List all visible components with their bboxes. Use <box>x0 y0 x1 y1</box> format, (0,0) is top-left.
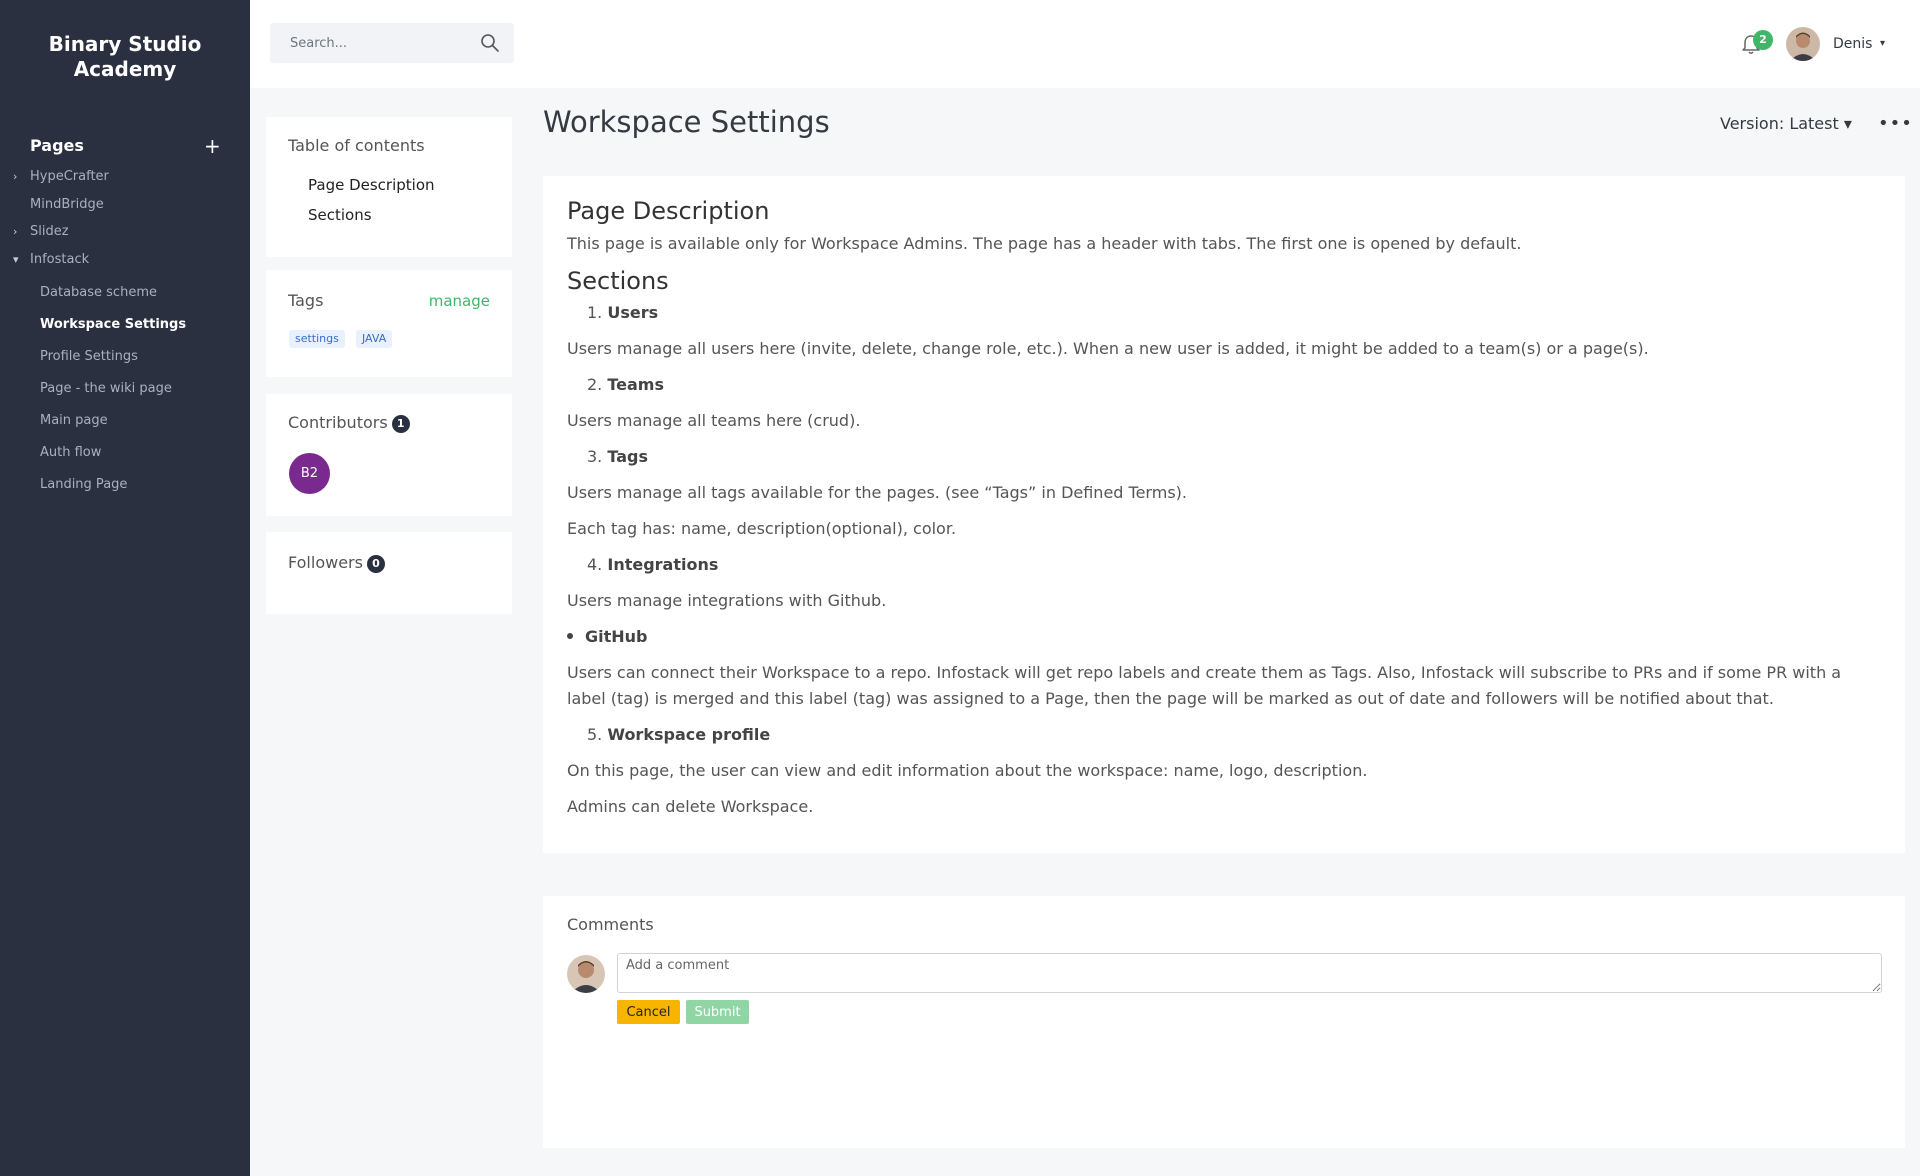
contributor-avatar[interactable]: B2 <box>289 453 330 494</box>
sidebar-child-auth-flow[interactable]: Auth flow <box>0 437 250 469</box>
section-item-workspace-profile: 5. Workspace profile <box>587 724 770 746</box>
section-number: 2. <box>587 375 603 394</box>
section-item-integrations: 4. Integrations <box>587 554 718 576</box>
tags-title: Tags <box>288 291 324 310</box>
search-input[interactable] <box>270 23 470 63</box>
section-title: Tags <box>607 447 648 466</box>
followers-count-badge: 0 <box>366 555 385 573</box>
followers-title: Followers 0 <box>288 552 385 574</box>
chevron-right-icon[interactable]: › <box>13 222 25 242</box>
sidebar-item-label: Slidez <box>30 224 69 239</box>
avatar <box>567 955 605 993</box>
bullet-label: GitHub <box>585 627 648 646</box>
sidebar-item-label: MindBridge <box>30 196 104 212</box>
avatar[interactable] <box>1786 27 1820 61</box>
tag-settings[interactable]: settings <box>289 330 345 348</box>
section-number: 1. <box>587 303 603 322</box>
pages-header: Pages + <box>30 134 221 158</box>
section-title: Workspace profile <box>607 725 771 744</box>
section-text-workspace-profile-1: On this page, the user can view and edit… <box>567 761 1368 780</box>
sidebar-item-slidez[interactable]: › Slidez <box>0 222 250 250</box>
add-page-plus-icon[interactable]: + <box>204 136 221 156</box>
section-text-tags-2: Each tag has: name, description(optional… <box>567 519 957 538</box>
page-content: Page Description This page is available … <box>543 176 1905 853</box>
contributors-card: Contributors 1 B2 <box>266 394 512 516</box>
section-number: 3. <box>587 447 603 466</box>
section-text-teams: Users manage all teams here (crud). <box>567 411 861 430</box>
sidebar-item-mindbridge[interactable]: MindBridge <box>0 195 250 223</box>
section-item-tags: 3. Tags <box>587 446 648 468</box>
sidebar: Binary Studio Academy Pages + › HypeCraf… <box>0 0 250 1176</box>
sidebar-child-profile-settings[interactable]: Profile Settings <box>0 341 250 373</box>
search-icon[interactable] <box>480 33 500 53</box>
section-text-integrations: Users manage integrations with Github. <box>567 591 887 610</box>
toc-title: Table of contents <box>288 136 425 155</box>
comments-section: Comments Cancel Submit <box>543 896 1905 1148</box>
section-number: 5. <box>587 725 603 744</box>
contributors-count-badge: 1 <box>391 415 410 433</box>
sidebar-child-main-page[interactable]: Main page <box>0 405 250 437</box>
section-title: Users <box>607 303 659 322</box>
page-title: Workspace Settings <box>543 105 830 139</box>
caret-down-icon[interactable]: ▾ <box>1880 34 1885 54</box>
section-title: Teams <box>607 375 664 394</box>
sidebar-item-hypecrafter[interactable]: › HypeCrafter <box>0 167 250 195</box>
brand-line-2: Academy <box>73 57 177 81</box>
tag-java[interactable]: JAVA <box>356 330 393 348</box>
user-avatar-icon <box>1786 27 1820 61</box>
more-icon[interactable]: ••• <box>1878 113 1913 135</box>
sidebar-item-infostack[interactable]: ▾ Infostack <box>0 250 250 278</box>
pages-title: Pages <box>30 136 84 155</box>
section-number: 4. <box>587 555 603 574</box>
heading-sections: Sections <box>567 267 669 295</box>
comments-title: Comments <box>567 915 654 934</box>
cancel-button[interactable]: Cancel <box>617 1000 680 1024</box>
sidebar-child-landing-page[interactable]: Landing Page <box>0 469 250 501</box>
contributors-title: Contributors 1 <box>288 412 410 434</box>
brand-line-1: Binary Studio <box>48 32 202 56</box>
table-of-contents: Table of contents Page Description Secti… <box>266 117 512 257</box>
pages-tree: › HypeCrafter MindBridge › Slidez ▾ Info… <box>0 167 250 501</box>
chevron-right-icon[interactable]: › <box>13 167 25 187</box>
tags-card: Tags manage settings JAVA <box>266 270 512 377</box>
caret-down-icon[interactable]: ▾ <box>13 250 25 270</box>
version-dropdown[interactable]: Version: Latest ▾ <box>1720 113 1852 135</box>
comment-input[interactable] <box>617 953 1882 993</box>
bullet-dot <box>567 633 573 639</box>
sidebar-child-wiki-page[interactable]: Page - the wiki page <box>0 373 250 405</box>
section-item-teams: 2. Teams <box>587 374 664 396</box>
sidebar-item-label: HypeCrafter <box>30 169 109 184</box>
followers-card: Followers 0 <box>266 532 512 614</box>
section-text-users: Users manage all users here (invite, del… <box>567 339 1649 358</box>
section-title: Integrations <box>607 555 719 574</box>
search-box <box>270 23 514 63</box>
manage-tags-link[interactable]: manage <box>429 290 490 312</box>
user-avatar-icon <box>567 955 605 993</box>
brand-logo[interactable]: Binary Studio Academy <box>0 32 250 82</box>
submit-button[interactable]: Submit <box>686 1000 749 1024</box>
section-text-tags-1: Users manage all tags available for the … <box>567 483 1187 502</box>
sidebar-child-database-scheme[interactable]: Database scheme <box>0 277 250 309</box>
paragraph-description: This page is available only for Workspac… <box>567 234 1522 253</box>
sidebar-child-workspace-settings[interactable]: Workspace Settings <box>0 309 250 341</box>
notification-badge: 2 <box>1753 30 1773 50</box>
followers-label: Followers <box>288 553 363 572</box>
topbar: 2 Denis ▾ <box>250 0 1920 88</box>
toc-link-page-description[interactable]: Page Description <box>308 175 435 195</box>
user-name[interactable]: Denis <box>1833 34 1872 54</box>
section-item-users: 1. Users <box>587 302 658 324</box>
section-text-github: Users can connect their Workspace to a r… <box>567 663 1842 708</box>
bullet-github: GitHub <box>567 626 648 648</box>
toc-link-sections[interactable]: Sections <box>308 205 372 225</box>
sidebar-item-label: Infostack <box>30 251 90 267</box>
heading-page-description: Page Description <box>567 197 770 225</box>
contributors-label: Contributors <box>288 413 388 432</box>
section-text-workspace-profile-2: Admins can delete Workspace. <box>567 797 814 816</box>
